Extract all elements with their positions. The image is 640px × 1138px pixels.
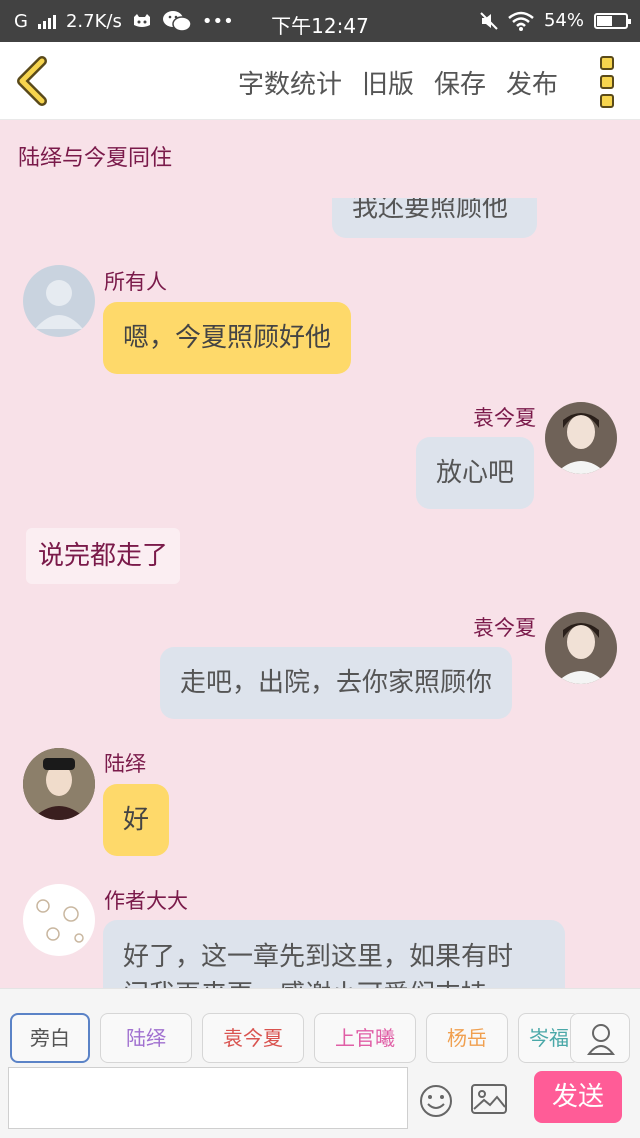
message-bubble[interactable]: 走吧，出院，去你家照顾你 xyxy=(160,647,513,719)
portrait-icon xyxy=(23,748,95,820)
chat-area[interactable]: 陆绎与今夏同住 我还要照顾他 所有人 嗯，今夏照顾好他 袁今夏 放心吧 说完都走… xyxy=(0,120,640,988)
battery-percent: 54% xyxy=(543,10,584,31)
doodle-pattern-icon xyxy=(36,899,84,943)
chapter-title: 陆绎与今夏同住 xyxy=(18,146,173,171)
portrait-icon xyxy=(545,612,617,684)
wifi-icon xyxy=(508,11,534,31)
emoji-button[interactable] xyxy=(418,1083,454,1119)
message-bubble[interactable]: 好了，这一章先到这里，如果有时 间我再来更，感谢小可爱们支持 xyxy=(103,920,565,988)
character-chip[interactable]: 上官曦 xyxy=(314,1013,416,1063)
sender-name: 袁今夏 xyxy=(473,406,536,430)
bottom-toolbar: 旁白 陆绎 袁今夏 上官曦 杨岳 岑福 发送 xyxy=(0,988,640,1138)
character-chip[interactable]: 杨岳 xyxy=(426,1013,508,1063)
sender-name: 作者大大 xyxy=(104,889,188,913)
editor-header: 字数统计 旧版 保存 发布 xyxy=(0,42,640,120)
character-chip[interactable]: 陆绎 xyxy=(100,1013,192,1063)
user-icon xyxy=(586,1024,616,1055)
character-selector: 旁白 陆绎 袁今夏 上官曦 杨岳 岑福 xyxy=(10,1013,580,1063)
more-dot-icon xyxy=(600,75,614,89)
character-chip[interactable]: 旁白 xyxy=(10,1013,90,1063)
old-version-button[interactable]: 旧版 xyxy=(362,64,414,101)
sender-name: 陆绎 xyxy=(104,752,146,776)
message-input[interactable] xyxy=(8,1067,408,1129)
message-bubble[interactable]: 嗯，今夏照顾好他 xyxy=(103,302,352,374)
sender-name: 所有人 xyxy=(104,270,167,294)
chevron-left-icon xyxy=(17,56,47,106)
avatar-lu-yi[interactable] xyxy=(23,748,95,820)
publish-button[interactable]: 发布 xyxy=(506,64,558,101)
battery-icon xyxy=(594,12,631,29)
avatar-yuan-jinxia[interactable] xyxy=(545,402,617,474)
status-bar: G 2.7K/s ••• 下午12:47 54% xyxy=(0,0,640,42)
person-placeholder-icon xyxy=(35,280,83,329)
send-button[interactable]: 发送 xyxy=(534,1071,622,1123)
more-dot-icon xyxy=(600,94,614,108)
smiley-icon xyxy=(420,1085,452,1117)
avatar-default[interactable] xyxy=(23,265,95,337)
more-options-button[interactable] xyxy=(596,56,618,108)
avatar-author[interactable] xyxy=(23,884,95,956)
sender-name: 袁今夏 xyxy=(473,616,536,640)
narration-text[interactable]: 说完都走了 xyxy=(26,528,181,584)
message-bubble[interactable]: 我还要照顾他 xyxy=(332,198,537,238)
word-count-button[interactable]: 字数统计 xyxy=(238,64,342,101)
character-chip[interactable]: 袁今夏 xyxy=(202,1013,304,1063)
portrait-icon xyxy=(545,402,617,474)
image-icon xyxy=(471,1084,507,1114)
header-menu: 字数统计 旧版 保存 发布 xyxy=(238,64,558,101)
avatar-yuan-jinxia[interactable] xyxy=(545,612,617,684)
save-button[interactable]: 保存 xyxy=(434,64,486,101)
more-dot-icon xyxy=(600,56,614,70)
image-button[interactable] xyxy=(470,1083,508,1115)
mute-icon xyxy=(480,11,498,30)
character-manage-button[interactable] xyxy=(570,1013,630,1063)
back-button[interactable] xyxy=(12,56,56,106)
message-bubble[interactable]: 好 xyxy=(103,784,170,856)
message-bubble[interactable]: 放心吧 xyxy=(416,437,535,509)
